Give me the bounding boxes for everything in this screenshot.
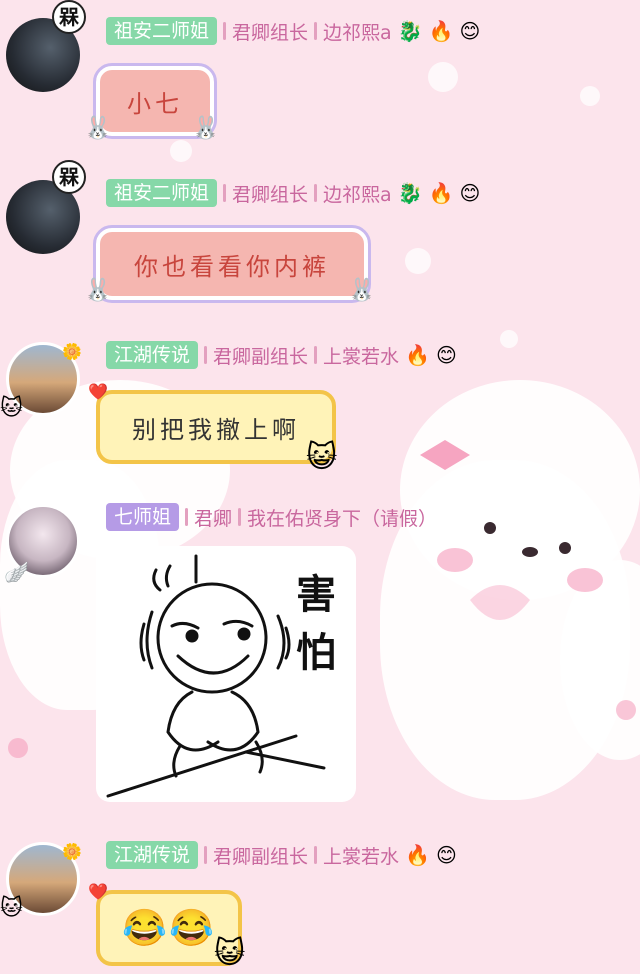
fire-icon: 🔥 — [405, 843, 430, 867]
sender-tag[interactable]: 祖安二师姐 — [106, 17, 218, 45]
sender-tag[interactable]: 江湖传说 — [106, 341, 199, 369]
divider — [314, 346, 318, 364]
cat-icon: 🐱 — [0, 396, 23, 421]
sender-rank: 君卿副组长 — [213, 345, 309, 368]
fire-icon: 🔥 — [428, 181, 454, 205]
divider — [204, 846, 208, 864]
wings-icon: 🪽 — [4, 560, 29, 584]
sender-rank: 君卿副组长 — [213, 845, 309, 868]
divider — [238, 508, 242, 526]
flower-icon: 🌼 — [62, 342, 82, 361]
message-text: 你也看看你内裤 — [134, 252, 330, 281]
bunny-icon: 🐰 — [84, 116, 112, 141]
sender-nickname: 边祁熙a — [323, 183, 392, 206]
message-text: 别把我撤上啊 — [132, 415, 300, 444]
divider — [223, 184, 227, 202]
chat-background — [0, 0, 640, 974]
bunny-icon: 🐰 — [84, 278, 112, 303]
sender-info: 七师姐 君卿 我在佑贤身下（请假） — [106, 502, 437, 532]
divider — [314, 22, 318, 40]
smile-icon: 😊 — [435, 343, 457, 367]
sticker-text: 害怕 — [296, 571, 336, 676]
divider — [185, 508, 189, 526]
sender-rank: 君卿组长 — [232, 183, 309, 206]
sender-info: 江湖传说 君卿副组长 上裳若水 🔥 😊 — [106, 840, 457, 870]
sender-nickname: 上裳若水 — [323, 345, 400, 368]
flower-icon: 🌼 — [62, 842, 82, 861]
message-bubble[interactable]: 别把我撤上啊 — [96, 390, 336, 464]
sender-rank: 君卿 — [194, 507, 233, 530]
fire-icon: 🔥 — [405, 343, 430, 367]
divider — [314, 184, 318, 202]
sender-info: 祖安二师姐 君卿组长 边祁熙a 🐉 🔥 😊 — [106, 178, 480, 208]
sender-info: 江湖传说 君卿副组长 上裳若水 🔥 😊 — [106, 340, 457, 370]
avatar-badge: 槑 — [52, 160, 86, 194]
dragon-icon: 🐉 — [397, 19, 423, 43]
sender-tag[interactable]: 七师姐 — [106, 503, 180, 531]
sticker-image[interactable]: 害怕 — [96, 546, 356, 802]
sender-nickname: 上裳若水 — [323, 845, 400, 868]
divider — [314, 846, 318, 864]
cat-icon: 🐱 — [0, 896, 23, 921]
sender-info: 祖安二师姐 君卿组长 边祁熙a 🐉 🔥 😊 — [106, 16, 480, 46]
bunny-icon: 🐰 — [348, 278, 376, 303]
smile-icon: 😊 — [459, 19, 481, 43]
sender-rank: 君卿组长 — [232, 21, 309, 44]
heart-icon: ❤️ — [88, 382, 108, 401]
sender-nickname: 边祁熙a — [323, 21, 392, 44]
divider — [223, 22, 227, 40]
heart-icon: ❤️ — [88, 882, 108, 901]
fire-icon: 🔥 — [428, 19, 454, 43]
sender-tag[interactable]: 江湖传说 — [106, 841, 199, 869]
sender-nickname: 我在佑贤身下（请假） — [247, 507, 438, 530]
bunny-icon: 🐰 — [192, 116, 220, 141]
message-bubble[interactable]: 你也看看你内裤 — [93, 225, 371, 303]
smile-icon: 😊 — [459, 181, 481, 205]
bear-faces-decoration — [8, 440, 636, 758]
message-text: 小七 — [127, 89, 183, 118]
avatar-badge: 槑 — [52, 0, 86, 34]
dragon-icon: 🐉 — [397, 181, 423, 205]
sender-tag[interactable]: 祖安二师姐 — [106, 179, 218, 207]
smile-icon: 😊 — [435, 843, 457, 867]
cat-sticker-icon: 😺 — [306, 440, 338, 475]
divider — [204, 346, 208, 364]
cat-sticker-icon: 😺 — [214, 936, 246, 971]
laughing-emoji-text: 😂😂 — [122, 908, 216, 949]
